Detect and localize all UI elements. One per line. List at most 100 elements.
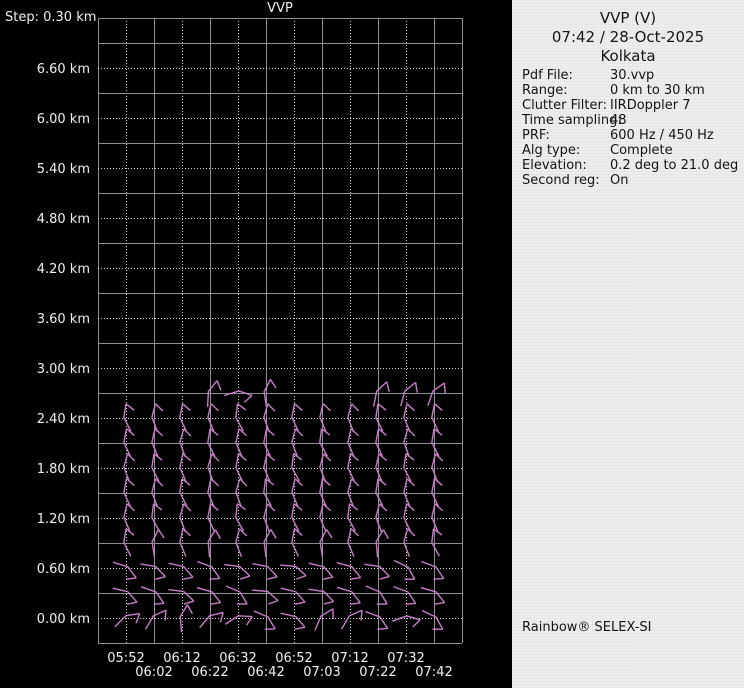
wind-barb: [123, 453, 136, 482]
wind-barb: [140, 563, 166, 580]
wind-barb: [206, 380, 222, 407]
wind-barb: [114, 612, 141, 628]
x-axis-label: 06:32: [219, 651, 257, 666]
y-axis-label: 2.40 km: [36, 412, 90, 427]
wind-barb: [347, 478, 360, 507]
panel-field-label: Range:: [522, 83, 568, 98]
wind-barb: [197, 560, 221, 580]
wind-barb: [347, 528, 360, 557]
wind-barb: [291, 428, 304, 457]
panel-field-row: Clutter Filter: IIRDoppler 7: [522, 98, 740, 113]
wind-barb: [431, 428, 443, 457]
y-axis-label: 6.60 km: [36, 62, 90, 77]
y-axis-label: 1.20 km: [36, 512, 90, 527]
info-panel: VVP (V) 07:42 / 28-Oct-2025 Kolkata Pdf …: [512, 0, 744, 688]
wind-barb: [393, 559, 416, 580]
wind-barb: [141, 586, 165, 605]
panel-field-row: PRF: 600 Hz / 450 Hz: [522, 128, 740, 143]
wind-barb: [235, 478, 248, 508]
wind-barb: [123, 503, 136, 532]
panel-field-row: Second reg: On: [522, 173, 740, 188]
panel-field-label: Clutter Filter:: [522, 98, 607, 113]
wind-barb: [179, 453, 192, 482]
wind-barb: [199, 611, 224, 629]
brand-footer: Rainbow® SELEX-SI: [522, 620, 652, 635]
panel-field-value: 48: [610, 113, 627, 128]
wind-barb: [151, 453, 163, 482]
wind-barb: [207, 403, 220, 432]
wind-barb: [263, 503, 276, 532]
panel-field-label: Pdf File:: [522, 68, 573, 83]
vvp-window: Step: 0.30 km VVP 6.60 km 6.00 km 5.40 km 4…: [0, 0, 744, 688]
wind-barb: [431, 403, 443, 432]
panel-field-value: Complete: [610, 143, 673, 158]
wind-barb: [347, 403, 360, 432]
wind-barb: [365, 585, 388, 605]
wind-barb: [179, 478, 191, 507]
y-axis-label: 3.00 km: [36, 362, 90, 377]
panel-field-label: Alg type:: [522, 143, 581, 158]
panel-field-value: IIRDoppler 7: [610, 98, 691, 113]
wind-barb: [372, 381, 390, 407]
wind-barb: [252, 562, 278, 580]
wind-barb: [403, 478, 416, 507]
wind-barb: [235, 453, 247, 482]
wind-barb: [403, 403, 416, 432]
wind-barb: [403, 453, 415, 482]
wind-barb: [421, 560, 445, 580]
panel-field-value: On: [610, 173, 629, 188]
wind-barb: [365, 610, 389, 630]
wind-barb: [123, 478, 135, 507]
x-axis-label: 06:52: [275, 651, 313, 666]
wind-barb: [235, 528, 248, 557]
wind-barb: [123, 403, 135, 432]
wind-barb: [179, 428, 192, 458]
panel-field-label: Elevation:: [522, 158, 587, 173]
panel-title: VVP (V): [599, 9, 657, 27]
vvp-chart-region: Step: 0.30 km VVP 6.60 km 6.00 km 5.40 km 4…: [0, 0, 512, 688]
wind-barb: [280, 564, 307, 580]
wind-barb: [431, 478, 443, 507]
wind-barb: [151, 403, 164, 432]
wind-barb: [224, 615, 253, 626]
x-axis-label: 05:52: [107, 651, 145, 666]
wind-barb: [207, 503, 219, 532]
wind-barb: [235, 428, 248, 457]
x-axis-label: 06:22: [191, 665, 229, 680]
wind-barb: [347, 453, 359, 482]
wind-barb: [375, 453, 388, 482]
wind-barb: [263, 453, 276, 482]
wind-barb: [224, 563, 251, 580]
x-axis-label: 07:32: [387, 651, 425, 666]
wind-barb: [263, 428, 275, 457]
y-axis-label: 5.40 km: [36, 162, 90, 177]
wind-barb: [375, 428, 387, 457]
wind-barb: [291, 528, 303, 557]
wind-barb: [340, 609, 363, 630]
wind-barb: [319, 478, 331, 507]
wind-barb: [112, 561, 137, 580]
wind-barb: [431, 503, 444, 532]
wind-barb: [336, 562, 362, 580]
wind-barb: [291, 403, 303, 432]
wind-barb: [253, 610, 276, 630]
wind-barb-plot[interactable]: [0, 0, 512, 688]
wind-barb: [179, 528, 192, 557]
x-axis-label: 07:22: [359, 665, 397, 680]
panel-datetime: 07:42 / 28-Oct-2025: [551, 28, 705, 46]
panel-field-label: Time sampling:: [522, 113, 622, 128]
wind-barb: [168, 562, 194, 580]
x-axis-label: 06:42: [247, 665, 285, 680]
panel-field-value: 600 Hz / 450 Hz: [610, 128, 714, 143]
wind-barb: [420, 587, 446, 605]
panel-field-value: 0 km to 30 km: [610, 83, 705, 98]
wind-barb: [123, 528, 135, 557]
wind-barb: [393, 585, 417, 605]
panel-field-value: 0.2 deg to 21.0 deg: [610, 158, 739, 173]
wind-barb: [291, 478, 304, 507]
y-axis-label: 4.80 km: [36, 212, 90, 227]
panel-field-label: PRF:: [522, 128, 550, 143]
panel-field-row: Range: 0 km to 30 km: [522, 83, 740, 98]
wind-barb: [308, 588, 335, 605]
wind-barb: [319, 453, 332, 482]
